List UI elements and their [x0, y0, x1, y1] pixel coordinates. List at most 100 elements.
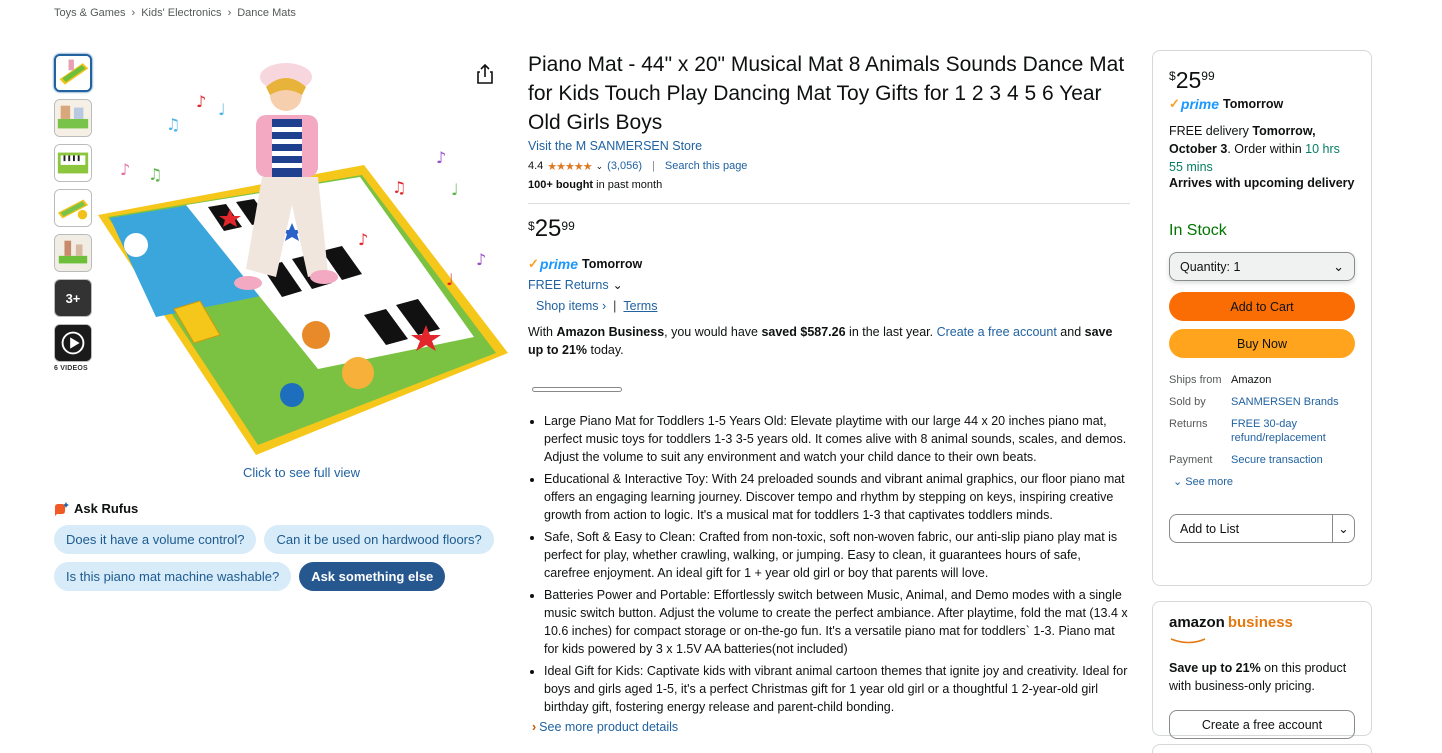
free-returns-link[interactable]: FREE Returns ⌄ — [528, 278, 1130, 292]
rufus-chip[interactable]: Can it be used on hardwood floors? — [264, 525, 494, 554]
delivery-text: FREE delivery — [1169, 124, 1253, 138]
search-page-link[interactable]: Search this page — [665, 160, 748, 172]
add-to-cart-button[interactable]: Add to Cart — [1169, 292, 1355, 321]
buy-now-button[interactable]: Buy Now — [1169, 329, 1355, 358]
business-pricing-bold: Save up to 21% — [1169, 661, 1261, 675]
breadcrumb: Toys & Games › Kids' Electronics › Dance… — [54, 7, 296, 19]
payment-link[interactable]: Secure transaction — [1231, 453, 1355, 467]
rufus-chip[interactable]: Does it have a volume control? — [54, 525, 257, 554]
buy-box: $ 25 99 ✓ prime Tomorrow FREE delivery To… — [1152, 50, 1372, 586]
price-whole: 25 — [534, 215, 562, 242]
thumbnail-more-label: 3+ — [65, 290, 81, 306]
rating-value: 4.4 — [528, 160, 544, 172]
videos-count-label: 6 VIDEOS — [54, 365, 88, 372]
carousel-scrollbar[interactable] — [532, 387, 622, 392]
chevron-down-icon: ⌄ — [1173, 476, 1183, 488]
svg-text:♪: ♪ — [436, 148, 446, 167]
share-icon[interactable] — [474, 63, 496, 85]
prime-delivery: ✓ prime Tomorrow — [528, 256, 1130, 272]
store-link[interactable]: Visit the M SANMERSEN Store — [528, 139, 1130, 153]
business-text-part: With — [528, 325, 557, 339]
thumbnail-1[interactable] — [54, 54, 92, 92]
svg-text:♩: ♩ — [446, 270, 454, 289]
create-account-link[interactable]: Create a free account — [937, 325, 1057, 339]
seller-info-row: Returns FREE 30-day refund/replacement — [1169, 417, 1355, 445]
business-text-part: and — [1056, 325, 1085, 339]
quantity-select[interactable]: Quantity: 1 ⌄ — [1169, 252, 1355, 281]
shop-items-row: Shop items › | Terms — [536, 299, 1130, 313]
ask-something-else-button[interactable]: Ask something else — [299, 562, 446, 591]
full-view-link[interactable]: Click to see full view — [243, 465, 360, 480]
seller-info-key: Ships from — [1169, 374, 1222, 386]
business-savings-text: With Amazon Business, you would have sav… — [528, 323, 1130, 359]
see-more-details-label: See more product details — [539, 720, 679, 734]
prime-logo[interactable]: ✓ prime — [1169, 96, 1219, 112]
price-symbol: $ — [1169, 69, 1176, 83]
business-pricing-text: Save up to 21% on this product with busi… — [1169, 659, 1355, 695]
seller-link[interactable]: SANMERSEN Brands — [1231, 395, 1355, 409]
terms-link[interactable]: Terms — [623, 299, 657, 313]
see-more-details-link[interactable]: › See more product details — [532, 720, 1130, 734]
seller-info-row: Sold by SANMERSEN Brands — [1169, 395, 1355, 409]
svg-text:♫: ♫ — [148, 165, 162, 184]
feature-bullet: Educational & Interactive Toy: With 24 p… — [544, 470, 1130, 524]
breadcrumb-item[interactable]: Dance Mats — [237, 7, 296, 19]
feature-bullets: Large Piano Mat for Toddlers 1-5 Years O… — [528, 412, 1130, 716]
price-whole: 25 — [1175, 67, 1202, 93]
create-free-account-button[interactable]: Create a free account — [1169, 710, 1355, 739]
buybox-price: $ 25 99 — [1169, 67, 1355, 93]
star-rating-icon[interactable]: ★★★★★ — [547, 160, 592, 173]
breadcrumb-item[interactable]: Toys & Games — [54, 7, 126, 19]
rufus-chip[interactable]: Is this piano mat machine washable? — [54, 562, 292, 591]
prime-tomorrow: Tomorrow — [582, 257, 643, 271]
price-fraction: 99 — [1201, 69, 1215, 83]
chevron-down-icon[interactable]: ⌄ — [1332, 515, 1354, 542]
divider-pipe: | — [652, 160, 655, 172]
svg-text:♪: ♪ — [358, 230, 368, 249]
add-to-list-button[interactable]: Add to List ⌄ — [1169, 514, 1355, 543]
quantity-label: Quantity: 1 — [1180, 259, 1241, 274]
product-title: Piano Mat - 44" x 20" Musical Mat 8 Anim… — [528, 53, 1125, 134]
thumbnail-more[interactable]: 3+ — [54, 279, 92, 317]
feature-bullet: Safe, Soft & Easy to Clean: Crafted from… — [544, 528, 1130, 582]
add-to-list-label: Add to List — [1180, 521, 1240, 536]
prime-word: prime — [539, 256, 579, 272]
prime-tomorrow: Tomorrow — [1223, 97, 1284, 111]
thumbnail-2[interactable] — [54, 99, 92, 137]
returns-link[interactable]: FREE 30-day refund/replacement — [1231, 417, 1355, 445]
thumbnail-5[interactable] — [54, 234, 92, 272]
feature-bullet: Ideal Gift for Kids: Captivate kids with… — [544, 662, 1130, 716]
seller-info-key: Returns — [1169, 418, 1208, 430]
chevron-down-icon[interactable]: ⌄ — [596, 161, 604, 172]
bought-count-bold: 100+ bought — [528, 179, 594, 191]
see-more-label: See more — [1185, 476, 1233, 488]
rating-row: 4.4 ★★★★★ ⌄ (3,056) | Search this page — [528, 159, 1130, 173]
logo-amazon-text: amazon — [1169, 614, 1225, 631]
seller-info-row: Payment Secure transaction — [1169, 453, 1355, 467]
business-text-part: , you would have — [664, 325, 762, 339]
divider — [528, 203, 1130, 204]
rufus-icon — [55, 501, 69, 516]
prime-word: prime — [1180, 96, 1220, 112]
rating-count-link[interactable]: (3,056) — [607, 160, 642, 172]
breadcrumb-item[interactable]: Kids' Electronics — [141, 7, 221, 19]
main-product-image[interactable]: ♫ ♪ ♩ ♫ ♪ ♪ ♫ ♩ ♪ ♪ ♩ — [96, 55, 511, 460]
svg-text:♫: ♫ — [392, 178, 406, 197]
seller-info-value: Amazon — [1231, 374, 1272, 386]
breadcrumb-separator: › — [131, 7, 136, 19]
play-icon — [55, 325, 91, 361]
seller-info-key: Payment — [1169, 454, 1213, 466]
rufus-title-label: Ask Rufus — [74, 501, 139, 516]
business-text-part: in the last year. — [845, 325, 937, 339]
thumbnail-3[interactable] — [54, 144, 92, 182]
thumbnail-video[interactable] — [54, 324, 92, 362]
amazon-business-logo: amazon business — [1169, 614, 1355, 631]
thumbnail-4[interactable] — [54, 189, 92, 227]
prime-logo[interactable]: ✓ prime — [528, 256, 578, 272]
bought-count-rest: in past month — [593, 179, 663, 191]
see-more-seller-info[interactable]: ⌄ See more — [1173, 475, 1355, 488]
business-text-bold: saved $587.26 — [761, 325, 846, 339]
next-panel-edge — [1152, 744, 1372, 753]
business-text-part: today. — [587, 343, 624, 357]
shop-items-link[interactable]: Shop items › — [536, 299, 606, 313]
